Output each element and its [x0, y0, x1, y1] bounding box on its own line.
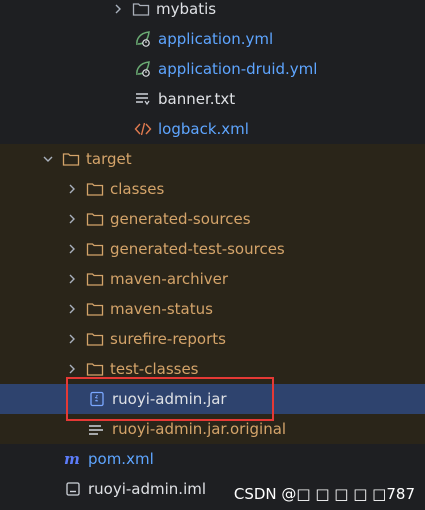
- svg-text:m: m: [64, 451, 80, 467]
- tree-item-mybatis[interactable]: mybatis: [0, 0, 425, 24]
- tree-item-ruoyi-admin-jar[interactable]: ruoyi-admin.jar: [0, 384, 425, 414]
- tree-item-label: logback.xml: [158, 120, 249, 138]
- tree-item-banner-txt[interactable]: banner.txt: [0, 84, 425, 114]
- tree-item-target[interactable]: target: [0, 144, 425, 174]
- chevron-right-icon[interactable]: [110, 1, 126, 17]
- tree-item-test-classes[interactable]: test-classes: [0, 354, 425, 384]
- project-tree: mybatis application.yml application-drui…: [0, 0, 425, 510]
- spring-config-icon: [134, 30, 152, 48]
- tree-item-label: banner.txt: [158, 90, 236, 108]
- chevron-right-icon[interactable]: [64, 181, 80, 197]
- csdn-watermark: CSDN @□ □ □ □ □787: [233, 485, 415, 503]
- tree-item-ruoyi-admin-jar-original[interactable]: ruoyi-admin.jar.original: [0, 414, 425, 444]
- folder-icon: [132, 0, 150, 18]
- chevron-right-icon[interactable]: [64, 301, 80, 317]
- text-file-icon: [134, 90, 152, 108]
- tree-item-label: surefire-reports: [110, 330, 226, 348]
- text-lines-icon: [88, 420, 106, 438]
- tree-item-generated-test-sources[interactable]: generated-test-sources: [0, 234, 425, 264]
- tree-item-label: maven-archiver: [110, 270, 229, 288]
- tree-item-label: classes: [110, 180, 165, 198]
- tree-item-label: application.yml: [158, 30, 274, 48]
- tree-item-generated-sources[interactable]: generated-sources: [0, 204, 425, 234]
- folder-excluded-icon: [86, 360, 104, 378]
- tree-item-label: application-druid.yml: [158, 60, 318, 78]
- tree-item-label: ruoyi-admin.jar: [112, 390, 227, 408]
- chevron-right-icon[interactable]: [64, 271, 80, 287]
- tree-item-label: target: [86, 150, 132, 168]
- tree-item-label: test-classes: [110, 360, 199, 378]
- jar-archive-icon: [88, 390, 106, 408]
- tree-item-maven-archiver[interactable]: maven-archiver: [0, 264, 425, 294]
- tree-item-label: ruoyi-admin.jar.original: [112, 420, 287, 438]
- tree-item-logback-xml[interactable]: logback.xml: [0, 114, 425, 144]
- tree-item-label: generated-sources: [110, 210, 251, 228]
- tree-item-label: generated-test-sources: [110, 240, 285, 258]
- chevron-right-icon[interactable]: [64, 211, 80, 227]
- tree-item-label: ruoyi-admin.iml: [88, 480, 207, 498]
- folder-excluded-icon: [86, 240, 104, 258]
- tree-item-pom-xml[interactable]: m pom.xml: [0, 444, 425, 474]
- chevron-right-icon[interactable]: [64, 241, 80, 257]
- tree-item-surefire-reports[interactable]: surefire-reports: [0, 324, 425, 354]
- tree-item-application-yml[interactable]: application.yml: [0, 24, 425, 54]
- xml-file-icon: [134, 120, 152, 138]
- tree-item-classes[interactable]: classes: [0, 174, 425, 204]
- chevron-right-icon[interactable]: [64, 361, 80, 377]
- folder-excluded-icon: [86, 270, 104, 288]
- tree-item-label: maven-status: [110, 300, 213, 318]
- folder-excluded-icon: [62, 150, 80, 168]
- maven-icon: m: [64, 450, 82, 468]
- chevron-right-icon[interactable]: [64, 331, 80, 347]
- tree-item-application-druid-yml[interactable]: application-druid.yml: [0, 54, 425, 84]
- tree-item-label: mybatis: [156, 0, 217, 18]
- chevron-down-icon[interactable]: [40, 151, 56, 167]
- folder-excluded-icon: [86, 180, 104, 198]
- folder-excluded-icon: [86, 330, 104, 348]
- module-file-icon: [64, 480, 82, 498]
- spring-config-icon: [134, 60, 152, 78]
- folder-excluded-icon: [86, 210, 104, 228]
- tree-item-maven-status[interactable]: maven-status: [0, 294, 425, 324]
- folder-excluded-icon: [86, 300, 104, 318]
- tree-item-label: pom.xml: [88, 450, 154, 468]
